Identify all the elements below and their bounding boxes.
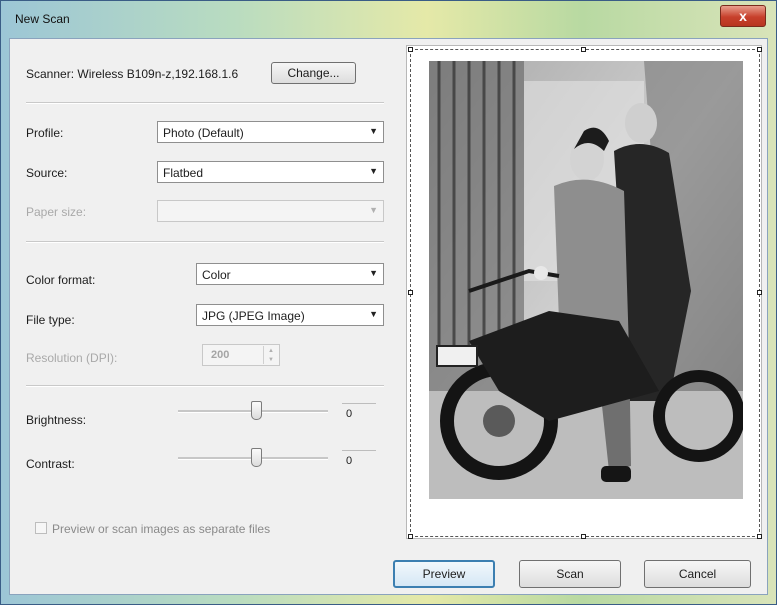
- chevron-down-icon: ▼: [369, 126, 378, 136]
- file-type-value: JPG (JPEG Image): [202, 309, 305, 323]
- change-scanner-button[interactable]: Change...: [271, 62, 356, 84]
- profile-label: Profile:: [26, 126, 64, 140]
- close-button[interactable]: x: [720, 5, 766, 27]
- separate-files-label: Preview or scan images as separate files: [52, 522, 271, 536]
- paper-size-label: Paper size:: [26, 205, 87, 219]
- brightness-label: Brightness:: [26, 413, 87, 427]
- paper-size-select: ▼: [157, 200, 384, 222]
- contrast-label: Contrast:: [26, 457, 75, 471]
- title-bar: New Scan x: [1, 1, 776, 37]
- crop-handle[interactable]: [581, 47, 586, 52]
- source-select[interactable]: Flatbed ▼: [157, 161, 384, 183]
- separate-files-checkbox[interactable]: [35, 522, 47, 534]
- window-title: New Scan: [15, 12, 70, 26]
- crop-handle[interactable]: [757, 290, 762, 295]
- source-label: Source:: [26, 166, 68, 180]
- crop-handle[interactable]: [408, 290, 413, 295]
- new-scan-window: New Scan x Scanner: Wireless B109n-z,192…: [0, 0, 777, 605]
- source-value: Flatbed: [163, 166, 204, 180]
- chevron-down-icon: ▼: [369, 309, 378, 319]
- contrast-slider-thumb[interactable]: [251, 448, 262, 467]
- chevron-down-icon: ▼: [369, 205, 378, 215]
- profile-value: Photo (Default): [163, 126, 244, 140]
- resolution-value: 200: [211, 349, 230, 361]
- resolution-spinner: 200 ▲ ▼: [202, 344, 280, 366]
- file-type-label: File type:: [26, 313, 75, 327]
- scan-preview-area[interactable]: [406, 45, 762, 539]
- preview-button[interactable]: Preview: [393, 560, 495, 588]
- crop-handle[interactable]: [581, 534, 586, 539]
- brightness-slider-thumb[interactable]: [251, 401, 262, 420]
- crop-frame[interactable]: [408, 47, 762, 539]
- crop-handle[interactable]: [408, 47, 413, 52]
- separator: [26, 102, 384, 104]
- separator: [26, 241, 384, 243]
- cancel-button[interactable]: Cancel: [644, 560, 751, 588]
- close-icon: x: [739, 8, 747, 24]
- chevron-down-icon: ▼: [369, 268, 378, 278]
- color-format-select[interactable]: Color ▼: [196, 263, 384, 285]
- color-format-value: Color: [202, 268, 231, 282]
- separator: [26, 385, 384, 387]
- scan-button[interactable]: Scan: [519, 560, 621, 588]
- dialog-body: Scanner: Wireless B109n-z,192.168.1.6 Ch…: [9, 38, 768, 595]
- profile-select[interactable]: Photo (Default) ▼: [157, 121, 384, 143]
- chevron-down-icon: ▼: [369, 166, 378, 176]
- scanner-label: Scanner: Wireless B109n-z,192.168.1.6: [26, 67, 239, 81]
- color-format-label: Color format:: [26, 273, 96, 287]
- spin-arrows-icon: ▲ ▼: [263, 346, 278, 364]
- contrast-value[interactable]: 0: [342, 450, 376, 470]
- file-type-select[interactable]: JPG (JPEG Image) ▼: [196, 304, 384, 326]
- resolution-label: Resolution (DPI):: [26, 351, 118, 365]
- crop-handle[interactable]: [757, 47, 762, 52]
- crop-handle[interactable]: [408, 534, 413, 539]
- brightness-value[interactable]: 0: [342, 403, 376, 423]
- crop-handle[interactable]: [757, 534, 762, 539]
